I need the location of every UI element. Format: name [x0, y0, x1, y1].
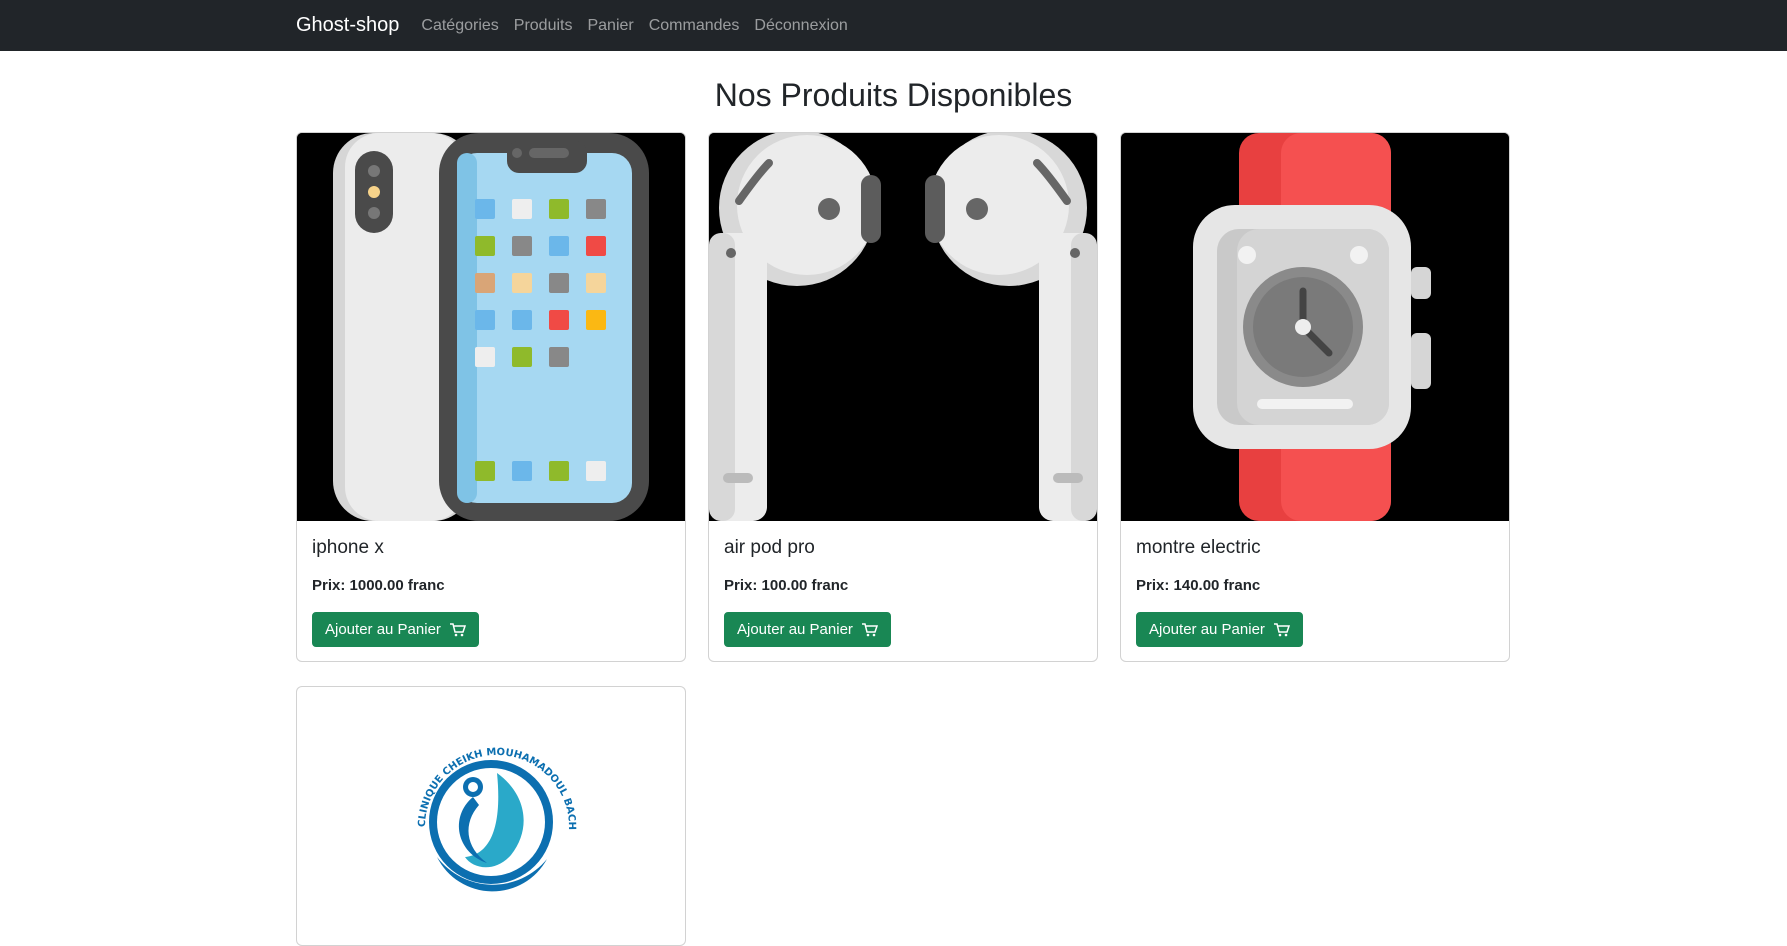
add-to-cart-button[interactable]: Ajouter au Panier: [312, 612, 479, 647]
page-title: Nos Produits Disponibles: [714, 77, 1073, 113]
product-name: montre electric: [1136, 537, 1261, 558]
iphone-icon[interactable]: [297, 133, 685, 521]
product-name: air pod pro: [724, 537, 815, 558]
top-navbar: Ghost-shop Catégories Produits Panier Co…: [0, 0, 1787, 51]
clinic-logo[interactable]: CLINIQUE CHEIKH MOUHAMADOUL BACHIR MBACK…: [297, 687, 685, 946]
cart-icon: [861, 622, 878, 636]
add-to-cart-label: Ajouter au Panier: [325, 621, 441, 638]
navbar-content: Ghost-shop Catégories Produits Panier Co…: [296, 14, 863, 37]
card-body: iphone x Prix: 1000.00 franc Ajouter au …: [297, 521, 685, 661]
brand-link[interactable]: Ghost-shop: [296, 14, 399, 37]
card-body: air pod pro Prix: 100.00 franc Ajouter a…: [709, 521, 1097, 661]
product-card: montre electric Prix: 140.00 franc Ajout…: [1120, 132, 1510, 662]
nav-link-cart[interactable]: Panier: [587, 17, 633, 35]
product-price: Prix: 1000.00 franc: [312, 577, 445, 594]
product-card: iphone x Prix: 1000.00 franc Ajouter au …: [296, 132, 686, 662]
cart-icon: [1273, 622, 1290, 636]
nav-link-categories[interactable]: Catégories: [421, 17, 498, 35]
cart-icon: [449, 622, 466, 636]
product-card: CLINIQUE CHEIKH MOUHAMADOUL BACHIR MBACK…: [296, 686, 686, 946]
airpods-icon[interactable]: [709, 133, 1097, 521]
product-price: Prix: 100.00 franc: [724, 577, 849, 594]
add-to-cart-label: Ajouter au Panier: [737, 621, 853, 638]
smartwatch-icon[interactable]: [1121, 133, 1509, 521]
add-to-cart-label: Ajouter au Panier: [1149, 621, 1265, 638]
add-to-cart-button[interactable]: Ajouter au Panier: [1136, 612, 1303, 647]
product-card: air pod pro Prix: 100.00 franc Ajouter a…: [708, 132, 1098, 662]
card-body: montre electric Prix: 140.00 franc Ajout…: [1121, 521, 1509, 661]
nav-link-products[interactable]: Produits: [514, 17, 573, 35]
product-name: iphone x: [312, 537, 384, 558]
product-price: Prix: 140.00 franc: [1136, 577, 1261, 594]
add-to-cart-button[interactable]: Ajouter au Panier: [724, 612, 891, 647]
product-grid: iphone x Prix: 1000.00 franc Ajouter au …: [296, 132, 1512, 946]
nav-link-logout[interactable]: Déconnexion: [754, 17, 847, 35]
nav-link-orders[interactable]: Commandes: [649, 17, 740, 35]
